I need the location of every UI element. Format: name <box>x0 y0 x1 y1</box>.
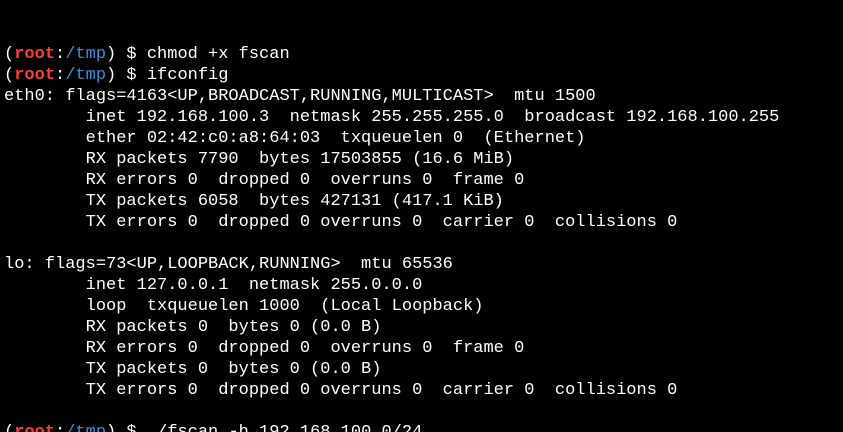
output-line: TX packets 6058 bytes 427131 (417.1 KiB) <box>4 191 843 212</box>
output-line: TX errors 0 dropped 0 overruns 0 carrier… <box>4 212 843 233</box>
output-text: TX packets 6058 bytes 427131 (417.1 KiB) <box>4 192 504 211</box>
prompt-line: (root:/tmp) $ chmod +x fscan <box>4 44 843 65</box>
output-text: TX errors 0 dropped 0 overruns 0 carrier… <box>4 213 678 232</box>
output-text: ether 02:42:c0:a8:64:03 txqueuelen 0 (Et… <box>4 129 586 148</box>
output-line: RX packets 7790 bytes 17503855 (16.6 MiB… <box>4 149 843 170</box>
command-text: chmod +x fscan <box>146 45 290 64</box>
output-line: eth0: flags=4163<UP,BROADCAST,RUNNING,MU… <box>4 86 843 107</box>
prompt-open-paren: ( <box>4 423 14 432</box>
prompt-separator: : <box>55 66 66 85</box>
prompt-user: root <box>14 45 56 64</box>
prompt-symbol: $ <box>116 66 147 85</box>
prompt-path: /tmp <box>65 423 106 432</box>
output-line: ether 02:42:c0:a8:64:03 txqueuelen 0 (Et… <box>4 128 843 149</box>
prompt-user: root <box>14 66 56 85</box>
output-line: RX errors 0 dropped 0 overruns 0 frame 0 <box>4 170 843 191</box>
prompt-open-paren: ( <box>4 45 15 64</box>
output-text: inet 192.168.100.3 netmask 255.255.255.0… <box>4 108 780 127</box>
output-text: loop txqueuelen 1000 (Local Loopback) <box>4 297 484 316</box>
output-text: RX packets 7790 bytes 17503855 (16.6 MiB… <box>4 150 515 169</box>
prompt-separator: : <box>55 423 65 432</box>
terminal-output: (root:/tmp) $ chmod +x fscan (root:/tmp) … <box>4 44 843 432</box>
prompt-line: (root:/tmp) $ ./fscan -h 192.168.100.0/2… <box>4 422 843 432</box>
output-text: lo: flags=73<UP,LOOPBACK,RUNNING> mtu 65… <box>4 255 453 274</box>
output-text: RX errors 0 dropped 0 overruns 0 frame 0 <box>4 171 525 190</box>
prompt-open-paren: ( <box>4 66 15 85</box>
prompt-separator: : <box>55 45 66 64</box>
prompt-close-paren: ) <box>106 45 117 64</box>
output-line: lo: flags=73<UP,LOOPBACK,RUNNING> mtu 65… <box>4 254 843 275</box>
output-text: TX errors 0 dropped 0 overruns 0 carrier… <box>4 381 678 400</box>
output-line: loop txqueuelen 1000 (Local Loopback) <box>4 296 843 317</box>
prompt-symbol: $ <box>116 45 147 64</box>
prompt-close-paren: ) <box>106 66 117 85</box>
output-line: inet 127.0.0.1 netmask 255.0.0.0 <box>4 275 843 296</box>
output-line: TX packets 0 bytes 0 (0.0 B) <box>4 359 843 380</box>
output-text: eth0: flags=4163<UP,BROADCAST,RUNNING,MU… <box>4 87 596 106</box>
prompt-line: (root:/tmp) $ ifconfig <box>4 65 843 86</box>
prompt-user: root <box>14 423 55 432</box>
prompt-symbol: $ <box>116 423 147 432</box>
output-text: RX packets 0 bytes 0 (0.0 B) <box>4 318 382 337</box>
terminal-window[interactable]: (root:/tmp) $ chmod +x fscan (root:/tmp) … <box>0 0 843 432</box>
prompt-path: /tmp <box>65 45 107 64</box>
command-text: ifconfig <box>146 66 229 85</box>
prompt-path: /tmp <box>65 66 107 85</box>
output-text: RX errors 0 dropped 0 overruns 0 frame 0 <box>4 339 525 358</box>
output-text: inet 127.0.0.1 netmask 255.0.0.0 <box>4 276 423 295</box>
command-text: ./fscan -h 192.168.100.0/24 <box>147 423 422 432</box>
output-line: RX errors 0 dropped 0 overruns 0 frame 0 <box>4 338 843 359</box>
output-line: RX packets 0 bytes 0 (0.0 B) <box>4 317 843 338</box>
output-line: TX errors 0 dropped 0 overruns 0 carrier… <box>4 380 843 401</box>
prompt-close-paren: ) <box>106 423 116 432</box>
output-line: inet 192.168.100.3 netmask 255.255.255.0… <box>4 107 843 128</box>
output-text: TX packets 0 bytes 0 (0.0 B) <box>4 360 382 379</box>
